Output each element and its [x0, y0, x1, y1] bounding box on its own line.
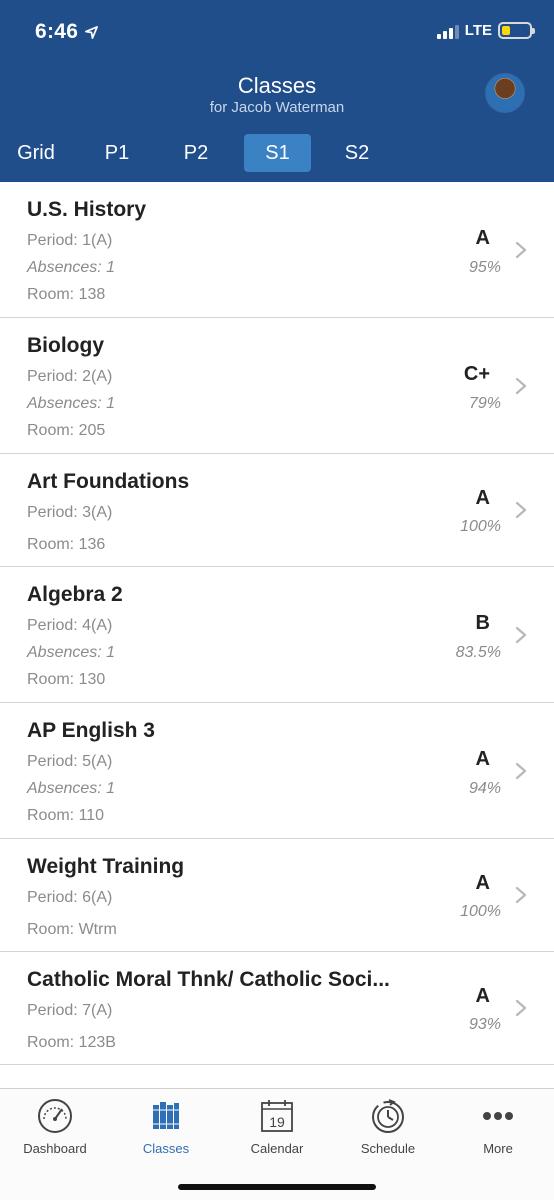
- class-name: Art Foundations: [27, 470, 190, 493]
- app-header: 6:46 LTE Classes for Jacob Waterman Grid…: [0, 0, 554, 182]
- tab-s1[interactable]: S1: [244, 134, 311, 172]
- class-name: Biology: [27, 334, 104, 357]
- class-period: Period: 1(A): [27, 232, 113, 249]
- class-grade: B: [475, 612, 490, 634]
- class-absences: Absences: 1: [27, 259, 116, 276]
- tabbar-item-dashboard[interactable]: Dashboard: [0, 1097, 110, 1156]
- class-grade: A: [475, 227, 490, 249]
- tab-p2[interactable]: P2: [170, 134, 222, 172]
- class-percent: 94%: [468, 780, 501, 797]
- tabbar-item-schedule[interactable]: Schedule: [333, 1097, 443, 1156]
- class-absences: Absences: 1: [27, 395, 116, 412]
- tab-s2[interactable]: S2: [331, 134, 383, 172]
- class-grade: A: [475, 985, 490, 1007]
- class-row[interactable]: U.S. History Period: 1(A) Absences: 1 Ro…: [0, 182, 554, 318]
- more-dots-icon: [483, 1112, 513, 1120]
- page-subtitle: for Jacob Waterman: [209, 99, 345, 116]
- chevron-right-icon: [515, 762, 527, 780]
- class-name: Catholic Moral Thnk/ Catholic Soci...: [27, 968, 390, 991]
- chevron-right-icon: [515, 241, 527, 259]
- class-period: Period: 3(A): [27, 504, 113, 521]
- class-name: Weight Training: [27, 855, 185, 878]
- class-name: AP English 3: [27, 719, 155, 742]
- class-name: U.S. History: [27, 198, 147, 221]
- class-row[interactable]: Biology Period: 2(A) Absences: 1 Room: 2…: [0, 318, 554, 454]
- status-time-text: 6:46: [35, 20, 79, 43]
- location-arrow-icon: [85, 25, 99, 39]
- class-row[interactable]: Weight Training Period: 6(A) Room: Wtrm …: [0, 839, 554, 952]
- class-percent: 100%: [460, 518, 501, 535]
- class-room: Room: 138: [27, 286, 106, 303]
- chevron-right-icon: [515, 501, 527, 519]
- class-percent: 95%: [468, 259, 501, 276]
- class-room: Room: 123B: [27, 1034, 116, 1051]
- class-grade: A: [475, 487, 490, 509]
- tab-p1[interactable]: P1: [91, 134, 143, 172]
- class-absences: Absences: 1: [27, 644, 116, 661]
- class-room: Room: 136: [27, 536, 106, 553]
- class-name: Algebra 2: [27, 583, 123, 606]
- home-indicator[interactable]: [178, 1184, 376, 1190]
- tabbar-label: Calendar: [250, 1141, 304, 1156]
- chevron-right-icon: [515, 886, 527, 904]
- class-row[interactable]: Catholic Moral Thnk/ Catholic Soci... Pe…: [0, 952, 554, 1065]
- books-icon: [153, 1102, 179, 1129]
- class-grade: A: [475, 748, 490, 770]
- class-room: Room: 130: [27, 671, 106, 688]
- tabbar-label: Schedule: [360, 1141, 416, 1156]
- class-percent: 79%: [468, 395, 501, 412]
- class-percent: 93%: [468, 1016, 501, 1033]
- status-time: 6:46: [35, 20, 99, 44]
- class-list: U.S. History Period: 1(A) Absences: 1 Ro…: [0, 182, 554, 1065]
- chevron-right-icon: [515, 999, 527, 1017]
- battery-icon: [498, 22, 535, 39]
- dashboard-gauge-icon: [38, 1099, 72, 1133]
- tab-grid[interactable]: Grid: [6, 134, 66, 172]
- avatar[interactable]: [485, 73, 525, 113]
- tabbar-item-calendar[interactable]: 19 Calendar: [222, 1097, 332, 1156]
- chevron-right-icon: [515, 626, 527, 644]
- class-period: Period: 5(A): [27, 753, 113, 770]
- tabbar-label: Dashboard: [23, 1141, 87, 1156]
- class-period: Period: 2(A): [27, 368, 113, 385]
- tabbar-label: More: [483, 1141, 513, 1156]
- calendar-day-text: 19: [269, 1114, 285, 1130]
- class-period: Period: 6(A): [27, 889, 113, 906]
- network-type: LTE: [464, 22, 492, 39]
- class-room: Room: 110: [27, 807, 105, 824]
- class-period: Period: 7(A): [27, 1002, 113, 1019]
- class-grade: A: [475, 872, 490, 894]
- class-percent: 83.5%: [455, 644, 501, 661]
- class-absences: Absences: 1: [27, 780, 116, 797]
- class-grade: C+: [463, 363, 490, 385]
- tabbar-label: Classes: [142, 1141, 190, 1156]
- class-row[interactable]: AP English 3 Period: 5(A) Absences: 1 Ro…: [0, 703, 554, 839]
- class-row[interactable]: Algebra 2 Period: 4(A) Absences: 1 Room:…: [0, 567, 554, 703]
- term-tabs: Grid P1 P2 S1 S2: [0, 134, 554, 172]
- tabbar-item-classes[interactable]: Classes: [111, 1097, 221, 1156]
- page-title: Classes: [237, 73, 317, 98]
- class-percent: 100%: [460, 903, 501, 920]
- class-period: Period: 4(A): [27, 617, 113, 634]
- schedule-clock-icon: [372, 1099, 404, 1133]
- tabbar-item-more[interactable]: More: [443, 1097, 553, 1156]
- class-row[interactable]: Art Foundations Period: 3(A) Room: 136 A…: [0, 454, 554, 567]
- class-room: Room: Wtrm: [27, 921, 117, 938]
- calendar-icon: 19: [261, 1100, 293, 1132]
- class-room: Room: 205: [27, 422, 106, 439]
- chevron-right-icon: [515, 377, 527, 395]
- status-indicators: LTE: [436, 22, 535, 39]
- signal-icon: [436, 23, 459, 39]
